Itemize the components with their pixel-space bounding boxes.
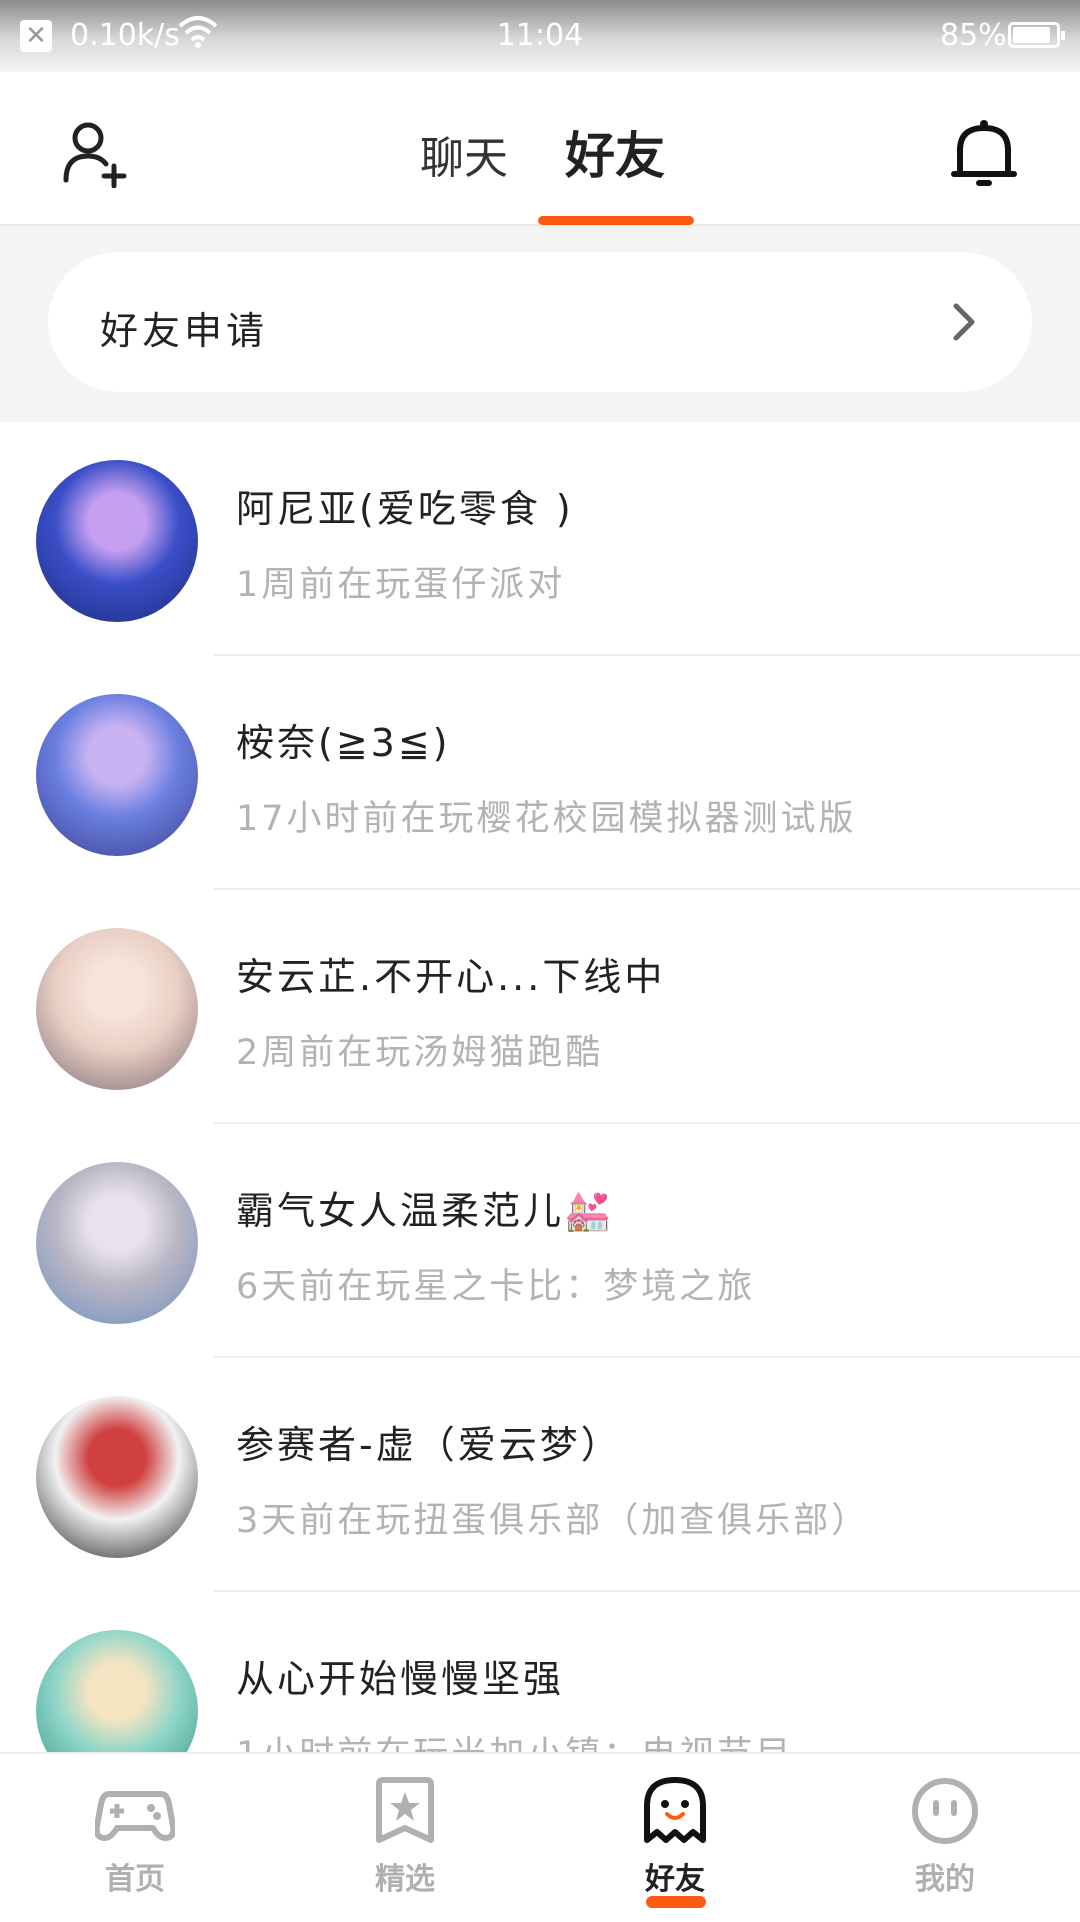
friend-avatar[interactable]: [36, 460, 198, 622]
tab-chat[interactable]: 聊天: [420, 122, 508, 186]
ghost-icon: [644, 1777, 706, 1843]
bell-icon[interactable]: [950, 118, 1018, 190]
add-friend-icon[interactable]: [62, 118, 132, 188]
tab-friends-bottom[interactable]: 好友: [540, 1754, 810, 1922]
friend-request-button[interactable]: 好友申请: [48, 252, 1032, 392]
tab-friends[interactable]: 好友: [565, 116, 665, 188]
friend-row[interactable]: 从心开始慢慢坚强 1小时前在玩米加小镇：电视节目: [0, 1592, 1080, 1752]
friend-row[interactable]: 霸气女人温柔范儿💒 6天前在玩星之卡比：梦境之旅: [0, 1124, 1080, 1358]
friend-avatar[interactable]: [36, 694, 198, 856]
chevron-right-icon: [953, 303, 975, 341]
friend-last-played: 17小时前在玩樱花校园模拟器测试版: [236, 799, 857, 839]
tab-home-label: 首页: [105, 1862, 165, 1897]
tab-featured-label: 精选: [375, 1862, 435, 1897]
tab-me-label: 我的: [915, 1862, 975, 1897]
friend-name: 霸气女人温柔范儿💒: [236, 1189, 615, 1233]
friend-last-played: 1周前在玩蛋仔派对: [236, 565, 566, 605]
battery-icon: [1008, 22, 1065, 48]
friend-row[interactable]: 参赛者-虚（爱云梦） 3天前在玩扭蛋俱乐部（加查俱乐部）: [0, 1358, 1080, 1592]
friend-last-played: 1小时前在玩米加小镇：电视节目: [236, 1726, 793, 1752]
friend-last-played: 2周前在玩汤姆猫跑酷: [236, 1033, 604, 1073]
friend-row[interactable]: 安云芷.不开心...下线中 2周前在玩汤姆猫跑酷: [0, 890, 1080, 1124]
friend-avatar[interactable]: [36, 1396, 198, 1558]
battery-percent: 85%: [940, 18, 1007, 53]
friend-last-played: 3天前在玩扭蛋俱乐部（加查俱乐部）: [236, 1501, 870, 1541]
friend-list[interactable]: 阿尼亚(爱吃零食 ) 1周前在玩蛋仔派对桉奈(≧3≦) 17小时前在玩樱花校园模拟器…: [0, 422, 1080, 1752]
star-badge-icon: [376, 1777, 434, 1843]
friend-request-label: 好友申请: [100, 309, 269, 353]
active-tab-dot: [646, 1896, 706, 1908]
status-bar: ✕ 0.10k/s 11:04 85%: [0, 0, 1080, 72]
clock: 11:04: [496, 18, 584, 53]
friend-name: 从心开始慢慢坚强: [236, 1657, 565, 1701]
tab-home[interactable]: 首页: [0, 1754, 270, 1922]
friend-row[interactable]: 桉奈(≧3≦) 17小时前在玩樱花校园模拟器测试版: [0, 656, 1080, 890]
tab-me[interactable]: 我的: [810, 1754, 1080, 1922]
friend-avatar[interactable]: [36, 1162, 198, 1324]
friend-name: 安云芷.不开心...下线中: [236, 955, 666, 999]
top-header: 聊天 好友: [0, 72, 1080, 226]
friend-name: 参赛者-虚（爱云梦）: [236, 1423, 622, 1467]
tab-friends-bottom-label: 好友: [645, 1862, 705, 1897]
tab-featured[interactable]: 精选: [270, 1754, 540, 1922]
friend-row[interactable]: 阿尼亚(爱吃零食 ) 1周前在玩蛋仔派对: [0, 422, 1080, 656]
friend-name: 桉奈(≧3≦): [236, 721, 451, 765]
active-tab-indicator: [538, 216, 694, 225]
friend-request-section: 好友申请: [0, 226, 1080, 422]
friend-name: 阿尼亚(爱吃零食 ): [236, 487, 574, 531]
friend-avatar[interactable]: [36, 928, 198, 1090]
gamepad-icon: [95, 1791, 175, 1841]
friend-avatar[interactable]: [36, 1630, 198, 1752]
friend-last-played: 6天前在玩星之卡比：梦境之旅: [236, 1267, 756, 1307]
face-icon: [912, 1778, 978, 1844]
bottom-tab-bar: 首页 精选 好友 我的: [0, 1752, 1080, 1922]
